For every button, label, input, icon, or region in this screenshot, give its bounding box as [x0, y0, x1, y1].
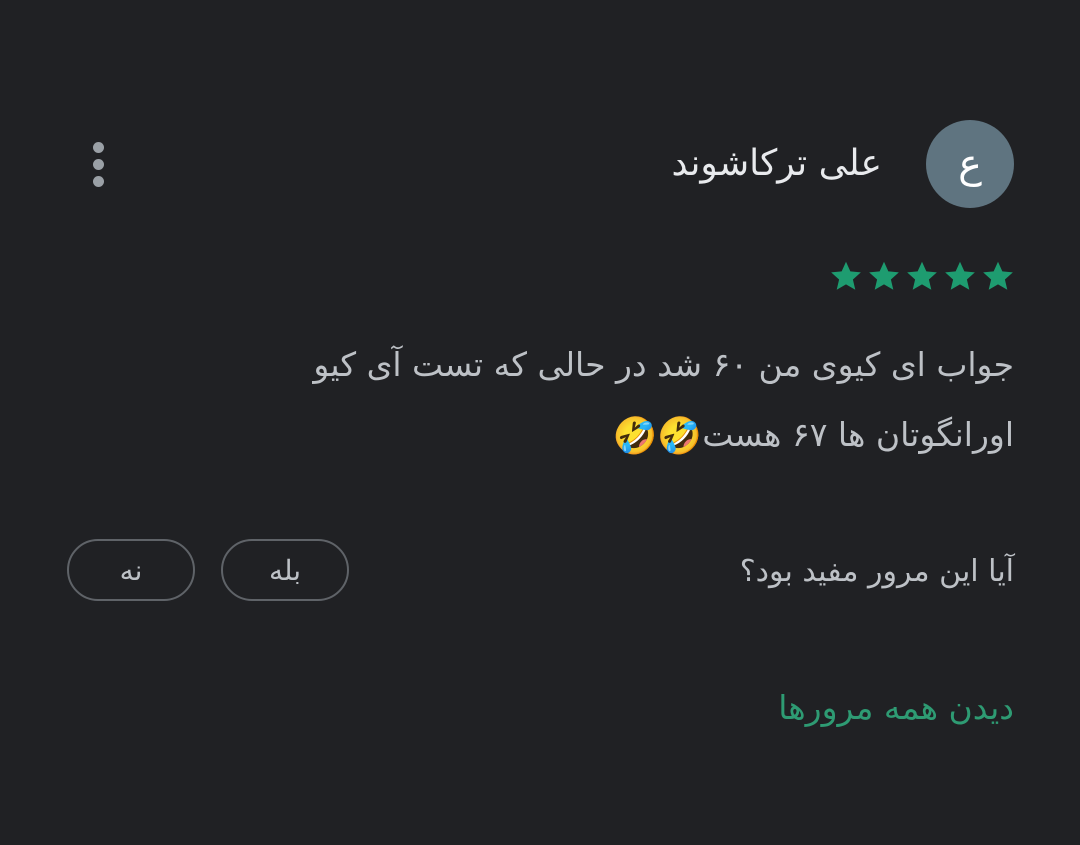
see-all-reviews-link[interactable]: دیدن همه مرورها [778, 684, 1014, 732]
more-vert-icon[interactable] [78, 136, 118, 192]
star-icon [866, 258, 902, 294]
star-icon [828, 258, 864, 294]
star-icon [980, 258, 1016, 294]
star-icon [942, 258, 978, 294]
star-rating [828, 258, 1016, 294]
reviewer-name: علی ترکاشوند [671, 143, 882, 184]
helpful-question: آیا این مرور مفید بود؟ [739, 554, 1014, 589]
review-text-line-1: جواب ای کیوی من ۶۰ شد در حالی که تست آی … [313, 345, 1014, 384]
helpful-no-button[interactable]: نه [67, 539, 195, 601]
review-text: جواب ای کیوی من ۶۰ شد در حالی که تست آی … [194, 330, 1014, 472]
laughing-emoji-icon: 🤣🤣 [612, 415, 703, 457]
menu-dot [92, 175, 104, 187]
star-icon [904, 258, 940, 294]
avatar: ع [926, 120, 1014, 208]
avatar-letter: ع [958, 141, 982, 187]
menu-dot [92, 141, 104, 153]
menu-dot [92, 158, 104, 170]
helpful-yes-button[interactable]: بله [221, 539, 349, 601]
review-text-line-2-wrap: اورانگوتان ها ۶۷ هست🤣🤣 [194, 400, 1014, 472]
review-text-line-2: اورانگوتان ها ۶۷ هست [702, 415, 1014, 454]
review-card: ع علی ترکاشوند جواب ای کیوی من ۶۰ شد در … [0, 0, 1080, 845]
